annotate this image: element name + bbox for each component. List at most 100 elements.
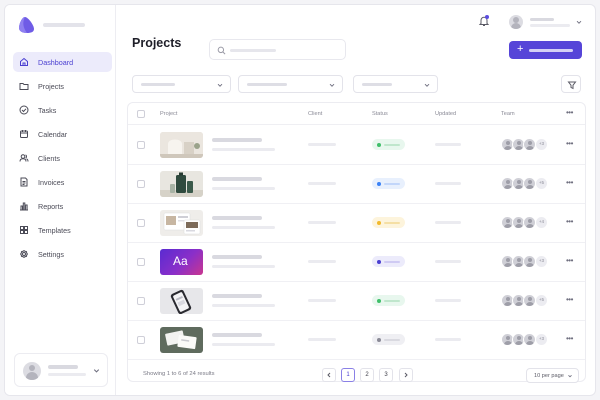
row-checkbox[interactable] bbox=[137, 180, 145, 188]
table-row[interactable]: +5 ••• bbox=[128, 165, 585, 204]
row-checkbox[interactable] bbox=[137, 336, 145, 344]
per-page-select[interactable]: 10 per page bbox=[526, 368, 579, 383]
more-options-icon[interactable]: ••• bbox=[566, 109, 573, 117]
table-row[interactable]: +3 ••• bbox=[128, 126, 585, 165]
row-checkbox[interactable] bbox=[137, 258, 145, 266]
sidebar-item-projects[interactable]: Projects bbox=[13, 76, 112, 96]
sidebar-item-settings[interactable]: Settings bbox=[13, 244, 112, 264]
team-more-count: +3 bbox=[535, 255, 548, 268]
updated-placeholder bbox=[435, 221, 461, 224]
team-avatars: +3 bbox=[501, 255, 551, 269]
row-more-options-icon[interactable]: ••• bbox=[566, 179, 573, 187]
page-button-2[interactable]: 2 bbox=[360, 368, 374, 382]
row-more-options-icon[interactable]: ••• bbox=[566, 257, 573, 265]
team-avatars: +5 bbox=[501, 294, 551, 308]
page-button-1[interactable]: 1 bbox=[341, 368, 355, 382]
project-name-placeholder bbox=[212, 216, 262, 220]
project-name-placeholder bbox=[212, 294, 262, 298]
filter-placeholder bbox=[141, 83, 175, 86]
sidebar-item-reports[interactable]: Reports bbox=[13, 196, 112, 216]
app-name-placeholder bbox=[43, 23, 85, 27]
column-header-team[interactable]: Team bbox=[501, 111, 515, 117]
chevron-down-icon[interactable] bbox=[575, 18, 583, 26]
column-header-status[interactable]: Status bbox=[372, 111, 388, 117]
account-role-placeholder bbox=[530, 24, 570, 27]
status-badge bbox=[372, 334, 405, 345]
sidebar-item-label: Tasks bbox=[38, 105, 57, 115]
filter-dropdown-3[interactable] bbox=[353, 75, 438, 93]
row-checkbox[interactable] bbox=[137, 141, 145, 149]
project-desc-placeholder bbox=[212, 343, 275, 346]
sidebar: Dashboard Projects Tasks Calendar Client… bbox=[5, 5, 116, 395]
team-more-count: +5 bbox=[535, 294, 548, 307]
client-placeholder bbox=[308, 143, 336, 146]
avatar bbox=[23, 362, 41, 380]
client-placeholder bbox=[308, 182, 336, 185]
sidebar-item-tasks[interactable]: Tasks bbox=[13, 100, 112, 120]
status-badge bbox=[372, 178, 405, 189]
project-name-placeholder bbox=[212, 255, 262, 259]
team-more-count: +4 bbox=[535, 216, 548, 229]
project-desc-placeholder bbox=[212, 304, 275, 307]
status-badge bbox=[372, 217, 405, 228]
sidebar-item-clients[interactable]: Clients bbox=[13, 148, 112, 168]
filter-placeholder bbox=[362, 83, 392, 86]
column-header-project[interactable]: Project bbox=[160, 111, 177, 117]
team-avatars: +3 bbox=[501, 333, 551, 347]
per-page-value: 10 per page bbox=[534, 373, 564, 379]
row-checkbox[interactable] bbox=[137, 297, 145, 305]
sidebar-item-dashboard[interactable]: Dashboard bbox=[13, 52, 112, 72]
project-name-placeholder bbox=[212, 138, 262, 142]
status-badge bbox=[372, 295, 405, 306]
sidebar-item-label: Settings bbox=[38, 249, 64, 259]
search-input[interactable] bbox=[209, 39, 346, 60]
sidebar-item-label: Clients bbox=[38, 153, 60, 163]
column-header-updated[interactable]: Updated bbox=[435, 111, 456, 117]
project-thumbnail bbox=[160, 327, 203, 353]
app-logo-icon[interactable] bbox=[18, 16, 36, 34]
row-more-options-icon[interactable]: ••• bbox=[566, 140, 573, 148]
row-more-options-icon[interactable]: ••• bbox=[566, 296, 573, 304]
chevron-down-icon bbox=[217, 83, 223, 87]
row-checkbox[interactable] bbox=[137, 219, 145, 227]
avatar[interactable] bbox=[509, 15, 523, 29]
filter-dropdown-1[interactable] bbox=[132, 75, 231, 93]
filter-placeholder bbox=[247, 83, 287, 86]
account-name-placeholder bbox=[530, 18, 554, 21]
sidebar-item-label: Calendar bbox=[38, 129, 68, 139]
team-more-count: +5 bbox=[535, 177, 548, 190]
team-more-count: +3 bbox=[535, 333, 548, 346]
project-name-placeholder bbox=[212, 177, 262, 181]
new-project-button[interactable]: + bbox=[509, 41, 582, 59]
table-row[interactable]: +5 ••• bbox=[128, 282, 585, 321]
calendar-icon bbox=[20, 130, 28, 138]
sidebar-item-calendar[interactable]: Calendar bbox=[13, 124, 112, 144]
table-row[interactable]: +4 ••• bbox=[128, 204, 585, 243]
chevron-down-icon bbox=[424, 83, 430, 87]
sidebar-item-label: Reports bbox=[38, 201, 64, 211]
client-placeholder bbox=[308, 221, 336, 224]
table-row[interactable]: +3 ••• bbox=[128, 321, 585, 360]
filter-dropdown-2[interactable] bbox=[238, 75, 343, 93]
team-more-count: +3 bbox=[535, 138, 548, 151]
updated-placeholder bbox=[435, 338, 461, 341]
prev-page-button[interactable] bbox=[322, 368, 336, 382]
page-button-3[interactable]: 3 bbox=[379, 368, 393, 382]
column-header-client[interactable]: Client bbox=[308, 111, 322, 117]
project-name-placeholder bbox=[212, 333, 262, 337]
project-thumbnail bbox=[160, 171, 203, 197]
sidebar-item-templates[interactable]: Templates bbox=[13, 220, 112, 240]
select-all-checkbox[interactable] bbox=[137, 110, 145, 118]
team-avatars: +5 bbox=[501, 177, 551, 191]
table-row[interactable]: Aa +3 ••• bbox=[128, 243, 585, 282]
user-menu[interactable] bbox=[14, 353, 108, 387]
invoice-icon bbox=[20, 177, 28, 187]
next-page-button[interactable] bbox=[399, 368, 413, 382]
row-more-options-icon[interactable]: ••• bbox=[566, 335, 573, 343]
sidebar-nav: Dashboard Projects Tasks Calendar Client… bbox=[13, 52, 112, 268]
sidebar-item-invoices[interactable]: Invoices bbox=[13, 172, 112, 192]
status-badge bbox=[372, 139, 405, 150]
filter-button[interactable] bbox=[561, 75, 581, 93]
project-thumbnail bbox=[160, 288, 203, 314]
row-more-options-icon[interactable]: ••• bbox=[566, 218, 573, 226]
